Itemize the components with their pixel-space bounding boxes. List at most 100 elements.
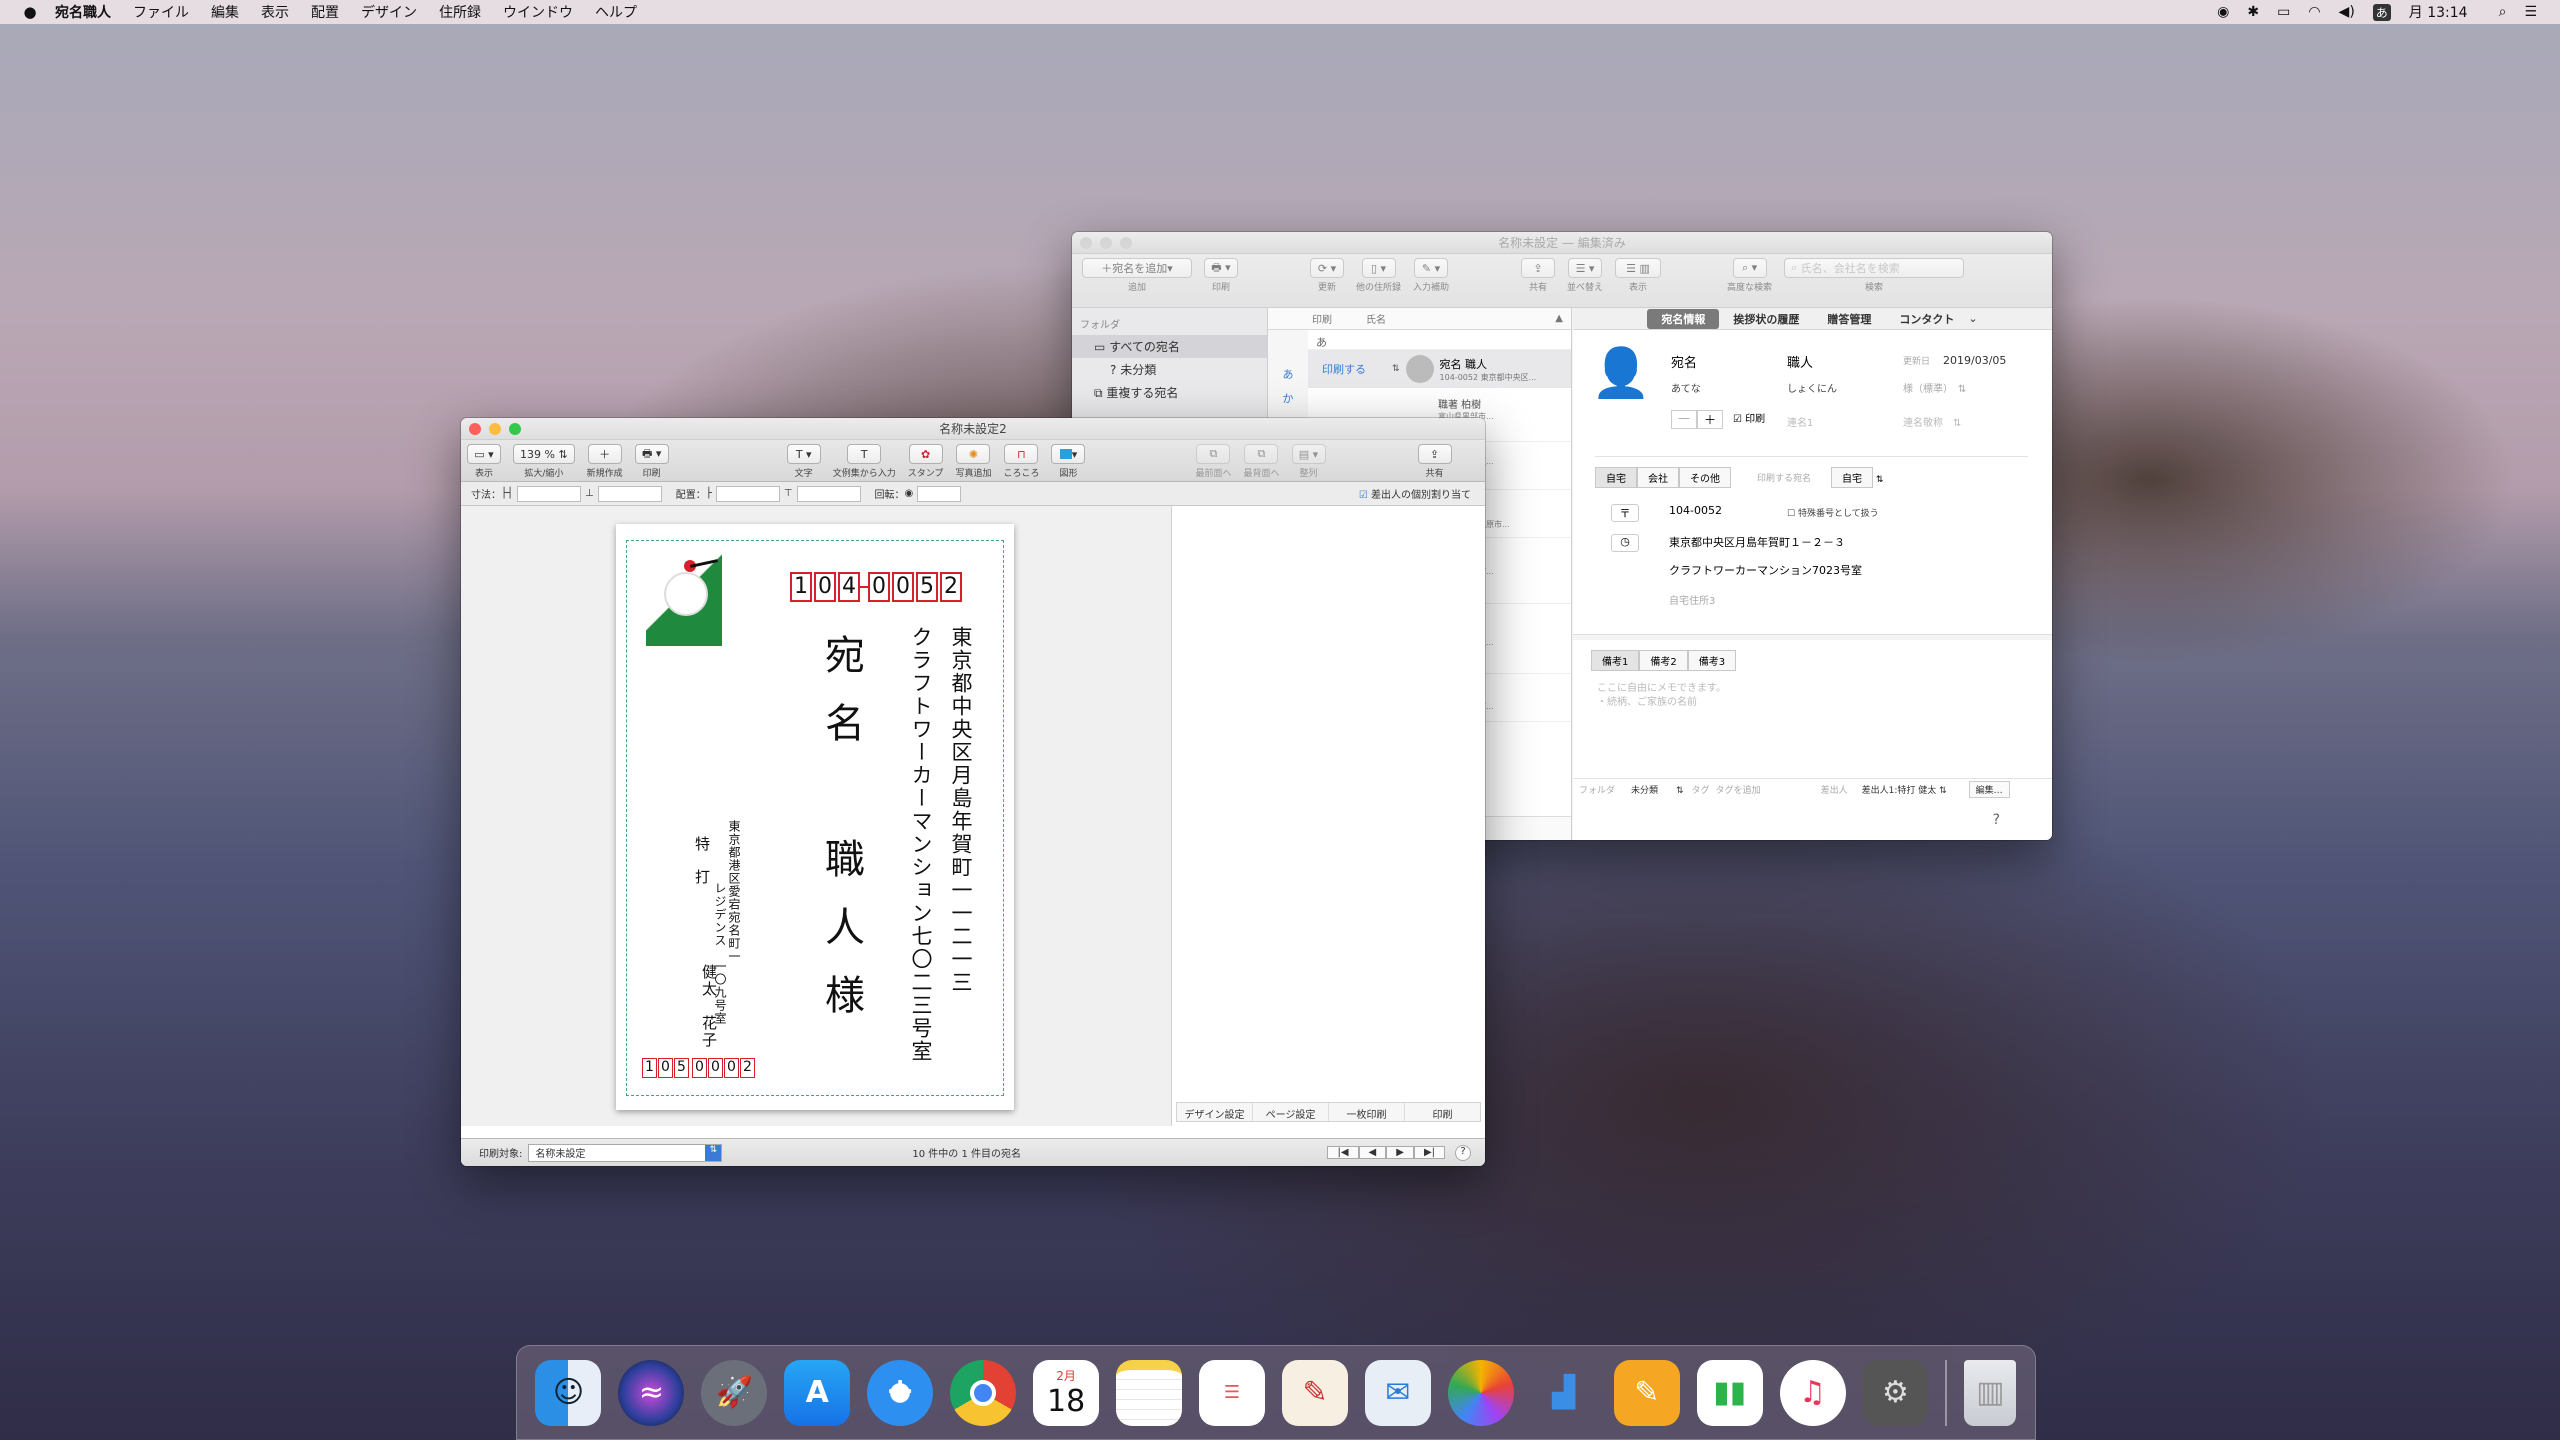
postcard[interactable]: 1 0 4 0 0 5 2 東京都中央区月島年賀町一一二一三 クラフトワーカーマ… (616, 524, 1014, 1110)
align-control[interactable]: ▤ ▾ 整列 (1291, 444, 1326, 479)
tab-memo1[interactable]: 備考1 (1591, 650, 1640, 671)
rotate-dial-icon[interactable]: ◉ (905, 488, 914, 499)
sender-family-name[interactable]: 特打 (692, 836, 713, 936)
tag-input[interactable]: タグを追加 (1716, 783, 1761, 796)
app-store-icon[interactable]: A (784, 1359, 851, 1426)
text-sample-control[interactable]: T 文例集から入力 (833, 444, 896, 479)
last-name[interactable]: 宛名 (1671, 352, 1697, 371)
new-control[interactable]: ＋新規作成 (587, 444, 623, 479)
minimize-icon[interactable] (1100, 237, 1112, 249)
nengajo-icon[interactable]: ✎ (1281, 1359, 1348, 1426)
next-record-icon[interactable]: ▶ (1386, 1146, 1414, 1159)
postal-mark-icon[interactable]: 〒 (1611, 504, 1639, 522)
print-checkbox[interactable]: ☑ 印刷 (1733, 410, 1765, 429)
zoom-control[interactable]: 139 % ⇅ 拡大/縮小 (513, 444, 575, 479)
recipient-address-line2[interactable]: クラフトワーカーマンション七〇二三号室 (906, 626, 936, 1096)
print-target-select[interactable]: 名称未設定 ⇅ (528, 1143, 723, 1162)
tab-memo2[interactable]: 備考2 (1639, 650, 1688, 671)
menu-app[interactable]: 宛名職人 (55, 2, 111, 22)
sidebar-item-duplicates[interactable]: ⧉ 重複する宛名 (1072, 381, 1267, 404)
tab-single-print[interactable]: 一枚印刷 (1329, 1103, 1405, 1121)
clock-icon[interactable]: ◷ (1611, 534, 1639, 552)
print-toggle[interactable]: 印刷する (1322, 361, 1392, 377)
address1-field[interactable]: 東京都中央区月島年賀町１－２－３ (1669, 534, 1845, 550)
share-control[interactable]: ⇪ 共有 (1417, 444, 1452, 479)
volume-icon[interactable]: ◀) (2339, 4, 2355, 20)
first-name[interactable]: 職人 (1787, 352, 1813, 371)
siri-icon[interactable]: ≈ (618, 1359, 685, 1426)
tab-home[interactable]: 自宅 (1595, 467, 1637, 488)
music-icon[interactable]: ♫ (1779, 1359, 1846, 1426)
pages-icon[interactable]: ✎ (1613, 1359, 1680, 1426)
width-field[interactable] (517, 485, 582, 502)
recipient-name[interactable]: 宛名 職人様 (812, 634, 870, 1084)
minus-button[interactable]: — (1671, 410, 1697, 429)
close-icon[interactable] (1080, 237, 1092, 249)
zoom-icon[interactable] (1120, 237, 1132, 249)
x-field[interactable] (715, 485, 780, 502)
shape-control[interactable]: ▾ 図形 (1051, 444, 1086, 479)
height-field[interactable] (597, 485, 662, 502)
zip-field[interactable]: 104-0052 (1669, 504, 1722, 517)
postcard-titlebar[interactable]: 名称未設定2 (461, 418, 1485, 440)
minimize-icon[interactable] (489, 423, 501, 435)
notes-icon[interactable] (1116, 1359, 1183, 1426)
joint-name-field[interactable]: 連名1 (1787, 414, 1813, 429)
tab-greeting-history[interactable]: 挨拶状の履歴 (1719, 309, 1813, 329)
special-zip-checkbox[interactable]: ☐ 特殊番号として扱う (1787, 506, 1879, 519)
wifi-icon[interactable]: ◠ (2308, 4, 2320, 20)
add-address-control[interactable]: ＋ 宛名を追加 ▾ 追加 (1082, 258, 1192, 293)
reminders-icon[interactable]: ☰ (1198, 1359, 1265, 1426)
print-address-select[interactable]: 自宅 ⇅ (1821, 465, 1893, 490)
layout-canvas[interactable]: 1 0 4 0 0 5 2 東京都中央区月島年賀町一一二一三 クラフトワーカーマ… (461, 506, 1171, 1126)
menu-arrange[interactable]: 配置 (311, 2, 339, 22)
calendar-icon[interactable]: 2月 18 (1033, 1359, 1100, 1426)
sender-given-names[interactable]: 健太 花子 (676, 964, 720, 1104)
share-control[interactable]: ⇪ 共有 (1521, 258, 1556, 293)
rotate-field[interactable] (917, 485, 962, 502)
tab-company[interactable]: 会社 (1637, 467, 1679, 488)
view-control[interactable]: ▭ ▾ 表示 (467, 444, 501, 479)
menu-help[interactable]: ヘルプ (595, 2, 637, 22)
previous-record-icon[interactable]: ◀ (1358, 1146, 1387, 1159)
input-method-icon[interactable]: あ (2372, 3, 2391, 21)
sort-up-icon[interactable]: ▲ (1555, 313, 1571, 324)
edit-button[interactable]: 編集… (1968, 781, 2010, 798)
last-record-icon[interactable]: ▶| (1413, 1146, 1445, 1159)
recipient-address-line1[interactable]: 東京都中央区月島年賀町一一二一三 (946, 626, 976, 1096)
sidebar-item-uncategorized[interactable]: ? 未分類 (1072, 358, 1267, 381)
view-control[interactable]: ☰ ▥ 表示 (1615, 258, 1662, 293)
text-control[interactable]: T ▾ 文字 (786, 444, 821, 479)
sender-zip[interactable]: 1 0 5 0 0 0 2 (642, 1058, 755, 1078)
joint-honorific-field[interactable]: 連名敬称 ⇅ (1903, 414, 1961, 429)
tab-contact[interactable]: コンタクト (1885, 309, 1968, 329)
address3-field[interactable]: 自宅住所3 (1669, 592, 1715, 607)
plus-button[interactable]: ＋ (1697, 410, 1724, 429)
tab-address-info[interactable]: 宛名情報 (1647, 308, 1720, 329)
input-assist-control[interactable]: ✎ ▾ 入力補助 (1413, 258, 1449, 293)
sender-select[interactable]: 差出人1:特打 健太 ⇅ (1862, 783, 1947, 796)
stamp-control[interactable]: ✿ スタンプ (908, 444, 943, 479)
spotlight-icon[interactable]: ⌕ (2499, 4, 2507, 20)
last-name-kana[interactable]: あてな (1671, 380, 1701, 395)
finder-icon[interactable]: ☺ (535, 1359, 602, 1426)
chrome-icon[interactable] (950, 1359, 1017, 1426)
tab-design-settings[interactable]: デザイン設定 (1177, 1103, 1253, 1121)
advanced-search-control[interactable]: ⌕ ▾ 高度な検索 (1727, 258, 1772, 293)
tab-memo3[interactable]: 備考3 (1687, 650, 1737, 671)
close-icon[interactable] (469, 423, 481, 435)
update-control[interactable]: ⟳ ▾ 更新 (1310, 258, 1344, 293)
tab-other[interactable]: その他 (1679, 467, 1731, 488)
chevron-down-icon[interactable]: ⌄ (1968, 312, 1977, 325)
zoom-icon[interactable] (509, 423, 521, 435)
address2-field[interactable]: クラフトワーカーマンション7023号室 (1669, 562, 1862, 578)
safari-icon[interactable]: ✛ (867, 1359, 934, 1426)
memo-field[interactable]: ここに自由にメモできます。 ・続柄、ご家族の名前 (1597, 682, 1726, 710)
photos-icon[interactable] (1447, 1359, 1514, 1426)
menu-edit[interactable]: 編集 (211, 2, 239, 22)
print-control[interactable]: 🖶 ▾ 印刷 (634, 444, 669, 479)
table-row[interactable]: 印刷する ⇅ 宛名 職人 104-0052 東京都中央区... (1308, 350, 1571, 388)
tab-gift-management[interactable]: 贈答管理 (1813, 309, 1885, 329)
other-addressbook-control[interactable]: ▯ ▾ 他の住所録 (1356, 258, 1401, 293)
tab-print[interactable]: 印刷 (1405, 1103, 1480, 1121)
